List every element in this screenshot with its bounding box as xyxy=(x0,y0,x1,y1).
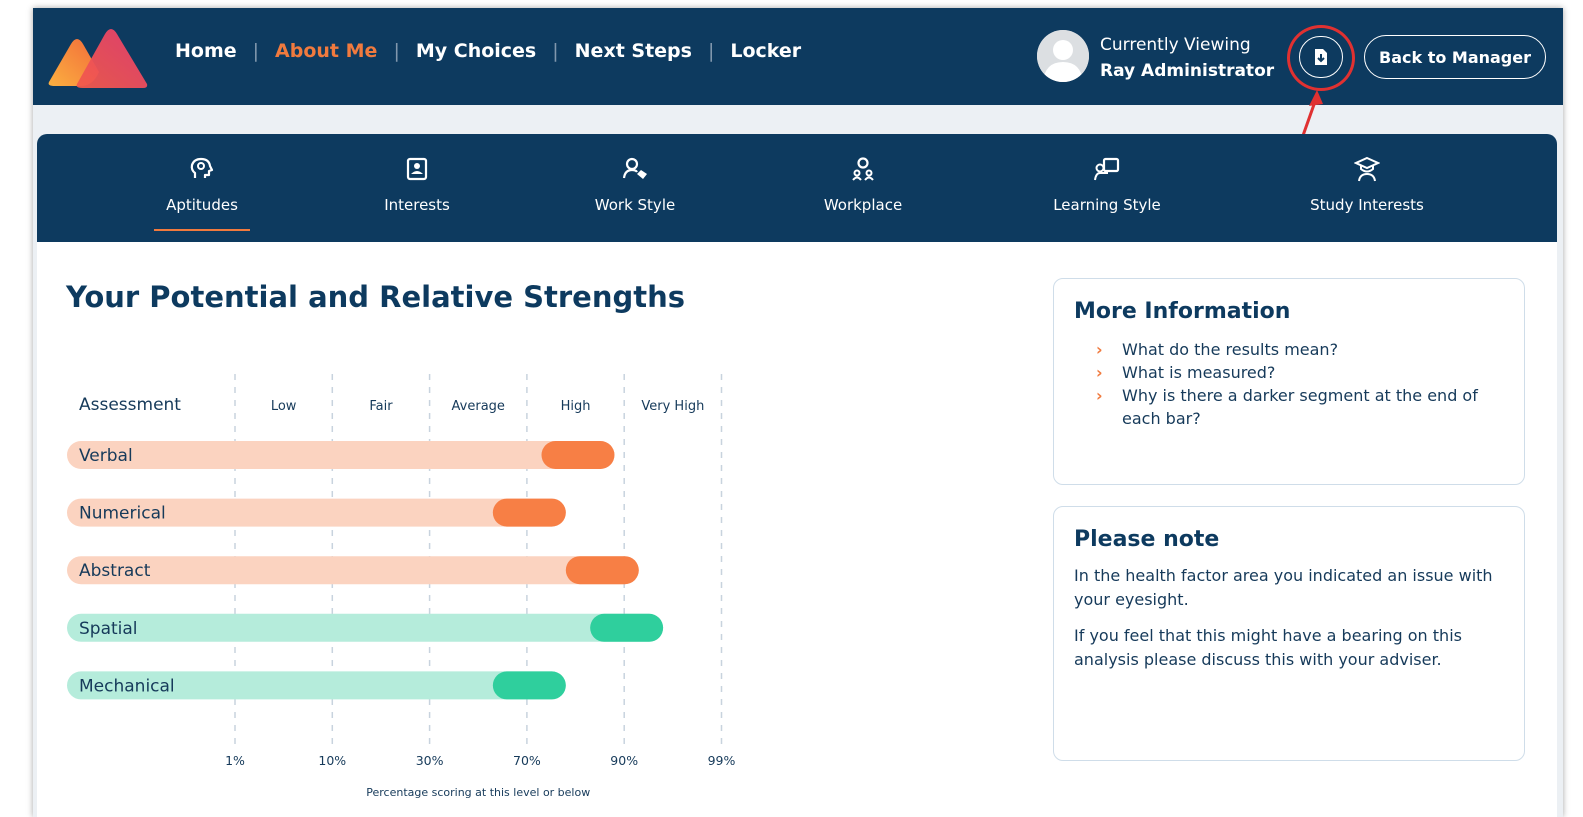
tab-label: Workplace xyxy=(823,196,903,214)
teacher-board-icon xyxy=(1094,157,1120,181)
bar-strength-segment xyxy=(541,441,615,469)
tick-label: 99% xyxy=(708,753,736,768)
bar-label: Verbal xyxy=(79,446,133,466)
tick-label: 10% xyxy=(318,753,346,768)
note-paragraph: In the health factor area you indicated … xyxy=(1074,566,1493,609)
nav-separator: | xyxy=(707,40,715,62)
nav-link-next-steps[interactable]: Next Steps xyxy=(575,40,692,62)
user-tag-icon xyxy=(622,157,647,179)
more-information-title: More Information xyxy=(1074,299,1291,324)
nav-separator: | xyxy=(393,40,400,62)
section-tabs: Aptitudes Interests Work Style Workplace… xyxy=(37,134,1557,242)
level-label: Fair xyxy=(369,399,393,414)
tick-label: 70% xyxy=(513,753,541,768)
tab-label: Interests xyxy=(384,196,450,214)
level-label: Low xyxy=(271,399,297,414)
team-icon xyxy=(852,157,874,181)
more-info-link[interactable]: › What is measured? xyxy=(1074,361,1504,384)
bar-track xyxy=(67,441,615,469)
nav-separator: | xyxy=(552,40,559,62)
level-label: High xyxy=(561,399,591,414)
chevron-right-icon: › xyxy=(1096,386,1103,405)
more-info-link[interactable]: › What do the results mean? xyxy=(1074,338,1504,361)
bar-label: Mechanical xyxy=(79,676,175,696)
tab-workplace[interactable]: Workplace xyxy=(817,134,909,242)
more-information-card: More Information › What do the results me… xyxy=(1053,278,1525,485)
note-paragraph: If you feel that this might have a beari… xyxy=(1074,626,1462,669)
tab-learning-style[interactable]: Learning Style xyxy=(1045,134,1169,242)
more-information-list: › What do the results mean? › What is meas… xyxy=(1074,338,1504,430)
level-label: Very High xyxy=(641,399,704,414)
tab-label: Learning Style xyxy=(1053,196,1161,214)
row-header: Assessment xyxy=(79,395,181,415)
x-axis-label: Percentage scoring at this level or belo… xyxy=(366,786,590,799)
brand-logo[interactable] xyxy=(47,26,149,88)
nav-link-home[interactable]: Home xyxy=(175,40,237,62)
tick-label: 1% xyxy=(225,753,245,768)
top-navigation-bar: Home | About Me | My Choices | Next Steps | Lock… xyxy=(33,8,1563,105)
tab-aptitudes[interactable]: Aptitudes xyxy=(154,134,250,242)
tab-interests[interactable]: Interests xyxy=(375,134,459,242)
main-nav: Home | About Me | My Choices | Next Steps | Lock… xyxy=(175,40,801,62)
bar-track xyxy=(67,613,664,642)
viewing-name: Ray Administrator xyxy=(1100,61,1275,81)
tab-study-interests[interactable]: Study Interests xyxy=(1301,134,1433,242)
graduate-icon xyxy=(1354,156,1380,182)
currently-viewing: Currently Viewing Ray Administrator xyxy=(1100,32,1274,84)
tick-label: 90% xyxy=(610,753,638,768)
viewing-label: Currently Viewing xyxy=(1100,35,1251,55)
tab-label: Aptitudes xyxy=(166,196,238,214)
avatar[interactable] xyxy=(1037,30,1089,82)
head-gear-icon xyxy=(190,157,214,178)
bar-label: Spatial xyxy=(79,619,138,639)
app-window: Home | About Me | My Choices | Next Steps | Lock… xyxy=(33,8,1563,817)
tab-work-style[interactable]: Work Style xyxy=(587,134,683,242)
nav-link-locker[interactable]: Locker xyxy=(730,40,801,62)
tick-label: 30% xyxy=(416,753,444,768)
nav-separator: | xyxy=(252,40,260,62)
bar-strength-segment xyxy=(590,613,664,642)
chevron-right-icon: › xyxy=(1096,363,1103,382)
id-card-icon xyxy=(406,157,428,181)
bar-label: Abstract xyxy=(79,561,151,581)
more-info-link[interactable]: › Why is there a darker segment at the en… xyxy=(1074,384,1504,430)
active-tab-indicator xyxy=(154,229,250,231)
bar-strength-segment xyxy=(492,671,566,700)
nav-link-my-choices[interactable]: My Choices xyxy=(416,40,536,62)
nav-link-about-me[interactable]: About Me xyxy=(275,40,377,62)
main-content: Your Potential and Relative Strengths As… xyxy=(37,242,1557,817)
tab-label: Study Interests xyxy=(1310,196,1424,214)
bar-strength-segment xyxy=(565,556,639,585)
highlight-circle xyxy=(1287,25,1355,91)
please-note-card: Please note In the health factor area yo… xyxy=(1053,506,1525,761)
level-label: Average xyxy=(452,399,505,414)
tab-label: Work Style xyxy=(594,196,676,214)
bar-track xyxy=(67,556,639,585)
bar-label: Numerical xyxy=(79,504,166,524)
user-avatar-icon xyxy=(1037,30,1089,82)
please-note-title: Please note xyxy=(1074,527,1220,552)
bar-strength-segment xyxy=(492,498,566,527)
chevron-right-icon: › xyxy=(1096,340,1103,359)
back-to-manager-button[interactable]: Back to Manager xyxy=(1364,35,1546,79)
aptitudes-chart: Assessment Low Fair Average High Very High Ver… xyxy=(67,374,736,799)
